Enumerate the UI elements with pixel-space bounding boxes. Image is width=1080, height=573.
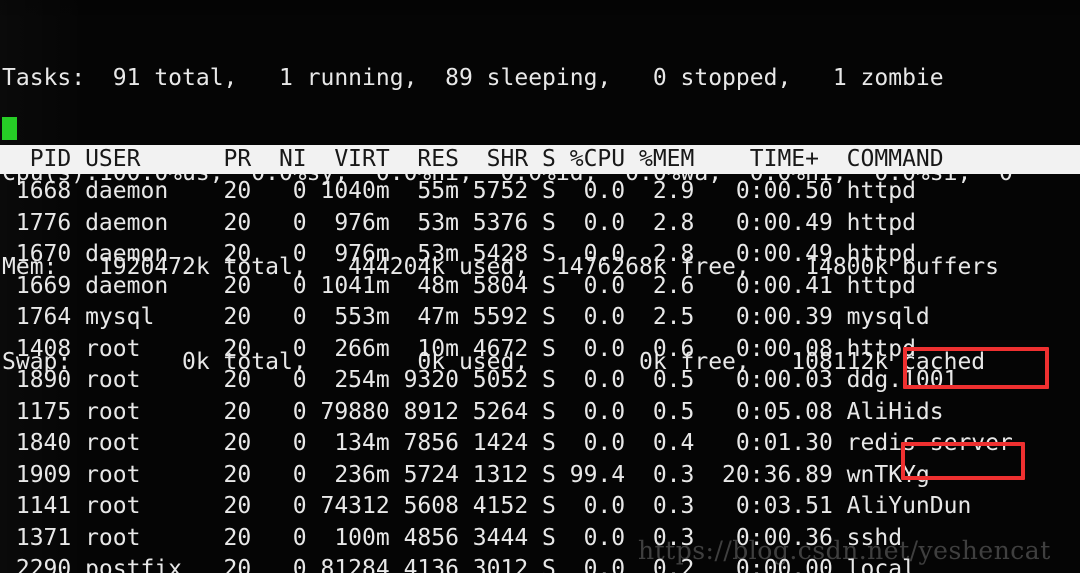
terminal-cursor xyxy=(2,117,17,140)
table-row[interactable]: 1669 daemon 20 0 1041m 48m 5804 S 0.0 2.… xyxy=(0,271,1080,303)
table-row[interactable]: 1408 root 20 0 266m 10m 4672 S 0.0 0.6 0… xyxy=(0,334,1080,366)
table-row[interactable]: 1141 root 20 0 74312 5608 4152 S 0.0 0.3… xyxy=(0,491,1080,523)
table-row[interactable]: 1670 daemon 20 0 976m 53m 5428 S 0.0 2.8… xyxy=(0,239,1080,271)
table-row[interactable]: 1668 daemon 20 0 1040m 55m 5752 S 0.0 2.… xyxy=(0,176,1080,208)
table-row[interactable]: 1776 daemon 20 0 976m 53m 5376 S 0.0 2.8… xyxy=(0,208,1080,240)
table-row[interactable]: 1909 root 20 0 236m 5724 1312 S 99.4 0.3… xyxy=(0,460,1080,492)
process-table-body: 1668 daemon 20 0 1040m 55m 5752 S 0.0 2.… xyxy=(0,176,1080,573)
table-row[interactable]: 1371 root 20 0 100m 4856 3444 S 0.0 0.3 … xyxy=(0,523,1080,555)
table-row[interactable]: 1840 root 20 0 134m 7856 1424 S 0.0 0.4 … xyxy=(0,428,1080,460)
table-row[interactable]: 2290 postfix 20 0 81284 4136 3012 S 0.0 … xyxy=(0,554,1080,573)
table-row[interactable]: 1175 root 20 0 79880 8912 5264 S 0.0 0.5… xyxy=(0,397,1080,429)
table-row[interactable]: 1764 mysql 20 0 553m 47m 5592 S 0.0 2.5 … xyxy=(0,302,1080,334)
tasks-line: Tasks: 91 total, 1 running, 89 sleeping,… xyxy=(2,65,944,91)
terminal-window[interactable]: Tasks: 91 total, 1 running, 89 sleeping,… xyxy=(0,0,1080,573)
table-row[interactable]: 1890 root 20 0 254m 9320 5052 S 0.0 0.5 … xyxy=(0,365,1080,397)
process-table-header[interactable]: PID USER PR NI VIRT RES SHR S %CPU %MEM … xyxy=(0,145,1080,174)
